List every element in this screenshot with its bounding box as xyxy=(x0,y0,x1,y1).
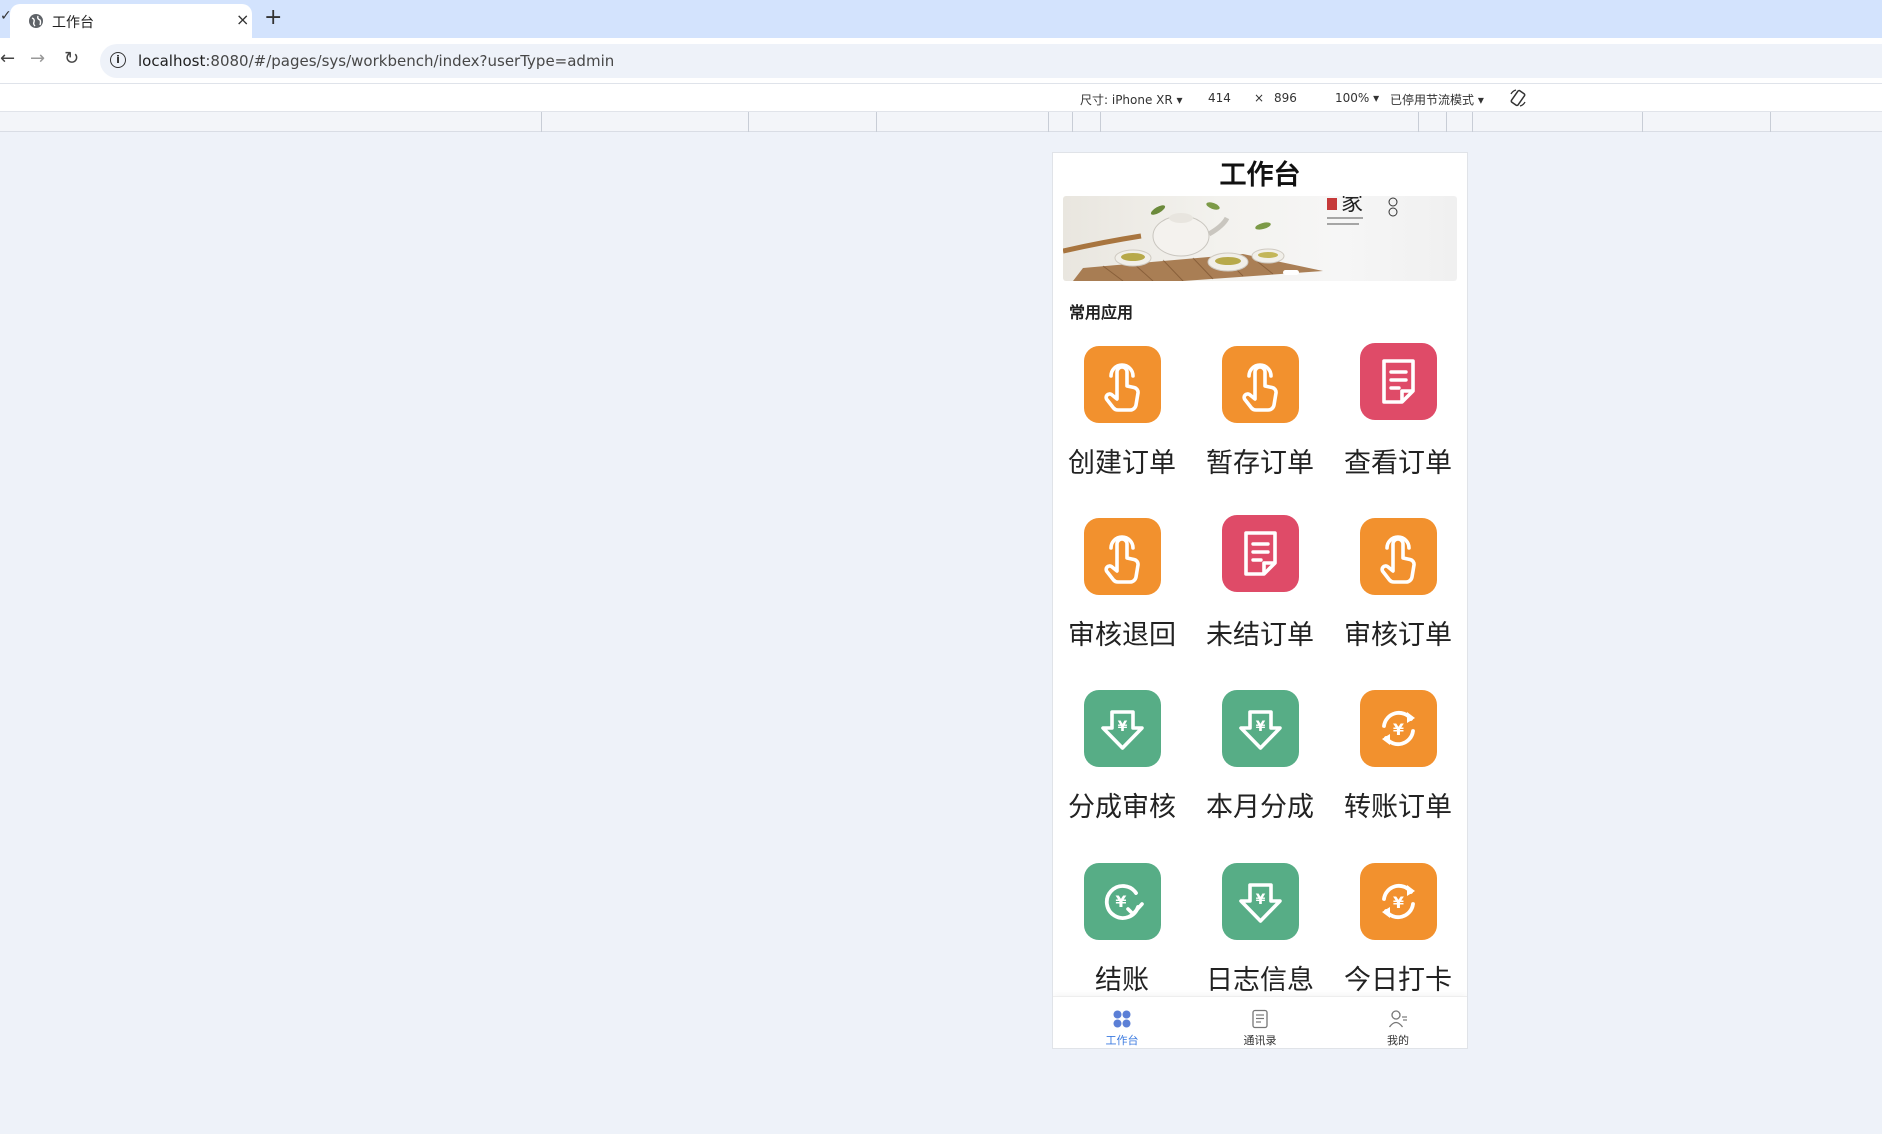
app-shortcut[interactable]: 查看订单 xyxy=(1329,343,1467,503)
dimension-times: × xyxy=(1254,91,1265,105)
app-shortcut[interactable]: 审核退回 xyxy=(1053,515,1191,675)
app-label: 本月分成 xyxy=(1206,792,1314,823)
browser-tab-title: 工作台 xyxy=(52,15,94,31)
device-viewport: 工作台 家 常用应用 创建订单 暂存订单 查看订单 审核退回 未结订单 审核订单… xyxy=(1052,152,1468,1049)
device-toolbar: 尺寸: iPhone XR ▾ 414 × 896 100% ▾ 已停用节流模式… xyxy=(0,84,1882,112)
app-shortcut[interactable]: ¥ 转账订单 xyxy=(1329,687,1467,847)
app-label: 审核退回 xyxy=(1068,620,1176,651)
globe-icon xyxy=(29,14,43,28)
browser-tab-strip: ✓ 工作台 × + xyxy=(0,0,1882,38)
zoom-select[interactable]: 100% ▾ xyxy=(1335,91,1379,105)
svg-text:¥: ¥ xyxy=(1118,719,1128,735)
hand-pointer-icon xyxy=(1084,346,1161,423)
tea-set-banner-image: 家 xyxy=(1063,196,1398,281)
url-host: localhost xyxy=(138,52,206,70)
app-label: 分成审核 xyxy=(1068,792,1176,823)
app-label: 转账订单 xyxy=(1344,792,1452,823)
svg-text:¥: ¥ xyxy=(1393,893,1404,912)
bottom-tab-bar: 工作台 通讯录 我的 xyxy=(1053,996,1467,1048)
user-icon xyxy=(1388,1010,1407,1028)
svg-text:家: 家 xyxy=(1341,196,1363,216)
app-label: 审核订单 xyxy=(1344,620,1452,651)
svg-text:¥: ¥ xyxy=(1115,892,1126,911)
yen-cycle-icon: ¥ xyxy=(1360,863,1437,940)
yen-download-icon: ¥ xyxy=(1084,690,1161,767)
document-icon xyxy=(1222,515,1299,592)
yen-download-icon: ¥ xyxy=(1222,863,1299,940)
device-size-select[interactable]: 尺寸: iPhone XR ▾ xyxy=(1080,91,1183,108)
tab-contacts[interactable]: 通讯录 xyxy=(1191,997,1329,1048)
site-info-icon[interactable]: i xyxy=(110,52,126,68)
app-shortcut[interactable]: ¥ 本月分成 xyxy=(1191,687,1329,847)
tab-workbench[interactable]: 工作台 xyxy=(1053,997,1191,1048)
app-shortcut[interactable]: 未结订单 xyxy=(1191,515,1329,675)
media-query-ruler xyxy=(0,112,1882,132)
app-shortcut[interactable]: 审核订单 xyxy=(1329,515,1467,675)
banner-carousel[interactable]: 家 xyxy=(1063,196,1457,281)
document-icon xyxy=(1360,343,1437,420)
rotate-device-icon[interactable] xyxy=(1508,88,1528,108)
carousel-indicator[interactable] xyxy=(1283,270,1299,275)
section-title: 常用应用 xyxy=(1069,303,1134,322)
device-width-input[interactable]: 414 xyxy=(1208,91,1231,105)
url-text[interactable]: localhost:8080/#/pages/sys/workbench/ind… xyxy=(138,52,614,70)
app-label: 暂存订单 xyxy=(1206,448,1314,479)
app-label: 查看订单 xyxy=(1344,448,1452,479)
svg-text:¥: ¥ xyxy=(1256,892,1266,908)
reload-icon[interactable]: ↻ xyxy=(64,48,79,69)
yen-cycle-icon: ¥ xyxy=(1360,690,1437,767)
contacts-book-icon xyxy=(1252,1009,1268,1029)
new-tab-button[interactable]: + xyxy=(264,5,282,30)
device-height-input[interactable]: 896 xyxy=(1274,91,1297,105)
app-label: 日志信息 xyxy=(1206,965,1314,996)
app-shortcut[interactable]: 暂存订单 xyxy=(1191,343,1329,503)
app-shortcut[interactable]: ¥ 分成审核 xyxy=(1053,687,1191,847)
tab-label: 工作台 xyxy=(1105,1034,1139,1047)
tab-label: 我的 xyxy=(1387,1034,1409,1047)
app-label: 结账 xyxy=(1095,965,1149,996)
back-arrow-icon[interactable]: ← xyxy=(0,48,15,69)
forward-arrow-icon[interactable]: → xyxy=(30,48,45,69)
app-label: 未结订单 xyxy=(1206,620,1314,651)
app-label: 创建订单 xyxy=(1068,448,1176,479)
yen-check-icon: ¥ xyxy=(1084,863,1161,940)
browser-tab[interactable]: 工作台 × xyxy=(10,4,252,38)
app-shortcut[interactable]: 创建订单 xyxy=(1053,343,1191,503)
svg-text:¥: ¥ xyxy=(1393,720,1404,739)
hand-pointer-icon xyxy=(1084,518,1161,595)
address-toolbar: ← → ↻ i localhost:8080/#/pages/sys/workb… xyxy=(0,38,1882,84)
hand-pointer-icon xyxy=(1360,518,1437,595)
url-path: :8080/#/pages/sys/workbench/index?userTy… xyxy=(205,52,615,70)
svg-text:¥: ¥ xyxy=(1256,719,1266,735)
page-title: 工作台 xyxy=(1219,160,1301,191)
tab-mine[interactable]: 我的 xyxy=(1329,997,1467,1048)
hand-pointer-icon xyxy=(1222,346,1299,423)
grid-icon xyxy=(1113,1010,1131,1028)
tab-label: 通讯录 xyxy=(1243,1034,1277,1047)
app-label: 今日打卡 xyxy=(1344,965,1452,996)
throttle-select[interactable]: 已停用节流模式 ▾ xyxy=(1390,91,1484,108)
close-tab-icon[interactable]: × xyxy=(236,10,249,29)
yen-download-icon: ¥ xyxy=(1222,690,1299,767)
url-bar[interactable]: i localhost:8080/#/pages/sys/workbench/i… xyxy=(100,44,1882,78)
